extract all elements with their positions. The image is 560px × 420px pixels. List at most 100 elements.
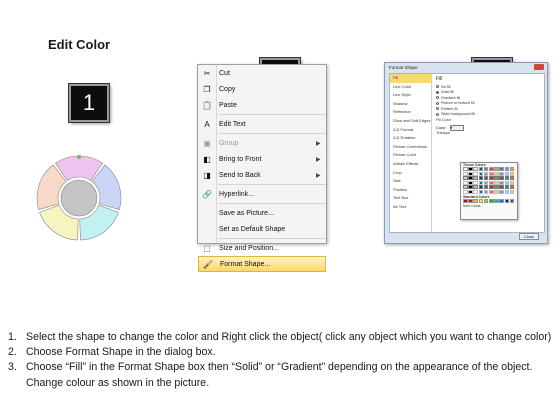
menu-item-send-to-back[interactable]: ◨ Send to Back ▶ xyxy=(198,167,326,183)
color-swatch[interactable] xyxy=(499,198,504,203)
menu-item-format-shape[interactable]: 🖌 Format Shape... xyxy=(198,256,326,272)
color-swatch[interactable] xyxy=(463,185,468,190)
color-swatch[interactable] xyxy=(478,189,484,194)
color-swatch[interactable] xyxy=(483,167,489,171)
color-swatch[interactable] xyxy=(499,176,504,181)
color-swatch[interactable] xyxy=(509,189,515,194)
color-swatch[interactable] xyxy=(494,176,499,181)
color-swatch[interactable] xyxy=(494,189,499,194)
menu-item-copy[interactable]: ❐ Copy xyxy=(198,81,326,97)
category-item[interactable]: Crop xyxy=(390,169,431,178)
color-swatch[interactable] xyxy=(509,176,515,181)
rotation-handle[interactable] xyxy=(77,155,81,159)
color-swatch[interactable] xyxy=(478,167,484,171)
radio-icon[interactable] xyxy=(436,85,439,89)
color-swatch[interactable] xyxy=(494,198,499,203)
color-swatch[interactable] xyxy=(488,198,494,203)
color-swatch[interactable] xyxy=(478,171,484,176)
color-swatch[interactable] xyxy=(483,189,489,194)
color-swatch[interactable] xyxy=(483,180,489,185)
category-item[interactable]: Shadow xyxy=(390,100,431,109)
category-item[interactable]: Line Style xyxy=(390,91,431,100)
color-swatch[interactable] xyxy=(468,198,473,203)
category-item[interactable]: Reflection xyxy=(390,108,431,117)
color-swatch[interactable] xyxy=(494,171,499,176)
color-swatch[interactable] xyxy=(478,185,484,190)
color-swatch[interactable] xyxy=(499,185,504,190)
menu-item-size-and-position[interactable]: ⬚ Size and Position... xyxy=(198,240,326,256)
color-swatch[interactable] xyxy=(468,180,473,185)
color-swatch[interactable] xyxy=(463,198,468,203)
close-icon[interactable] xyxy=(534,64,544,70)
more-colors-link[interactable]: More Colors... xyxy=(461,204,517,208)
menu-item-save-as-picture[interactable]: Save as Picture... xyxy=(198,205,326,221)
color-swatch[interactable] xyxy=(463,171,468,176)
menu-item-edit-text[interactable]: A Edit Text xyxy=(198,116,326,132)
color-swatch[interactable] xyxy=(478,198,484,203)
color-swatch[interactable] xyxy=(468,171,473,176)
color-swatch[interactable] xyxy=(483,176,489,181)
color-swatch[interactable] xyxy=(488,185,494,190)
radio-icon[interactable] xyxy=(436,96,439,100)
color-swatch[interactable] xyxy=(473,180,478,185)
color-swatch[interactable] xyxy=(509,185,515,190)
category-item[interactable]: Position xyxy=(390,186,431,195)
category-item[interactable]: Line Color xyxy=(390,83,431,92)
color-swatch[interactable] xyxy=(504,167,510,171)
wheel-center[interactable] xyxy=(60,179,98,217)
menu-item-set-as-default-shape[interactable]: Set as Default Shape xyxy=(198,221,326,237)
circular-diagram[interactable] xyxy=(34,153,124,243)
category-item[interactable]: Text Box xyxy=(390,194,431,203)
color-swatch[interactable] xyxy=(488,180,494,185)
color-swatch[interactable] xyxy=(509,198,515,203)
category-item[interactable]: 3-D Rotation xyxy=(390,134,431,143)
color-swatch[interactable] xyxy=(483,171,489,176)
radio-icon[interactable] xyxy=(436,107,439,111)
color-swatch[interactable] xyxy=(468,189,473,194)
radio-icon[interactable] xyxy=(436,112,439,116)
menu-item-cut[interactable]: ✂ Cut xyxy=(198,65,326,81)
color-swatch[interactable] xyxy=(499,171,504,176)
category-item[interactable]: Glow and Soft Edges xyxy=(390,117,431,126)
menu-item-group[interactable]: ▣ Group ▶ xyxy=(198,135,326,151)
category-item[interactable]: 3-D Format xyxy=(390,126,431,135)
color-swatch[interactable] xyxy=(509,180,515,185)
color-swatch[interactable] xyxy=(494,180,499,185)
color-swatch[interactable] xyxy=(499,167,504,171)
color-swatch[interactable] xyxy=(473,171,478,176)
color-swatch[interactable] xyxy=(504,171,510,176)
color-swatch[interactable] xyxy=(473,185,478,190)
color-swatch[interactable] xyxy=(504,185,510,190)
color-swatch[interactable] xyxy=(478,180,484,185)
color-picker-button[interactable]: ▾ xyxy=(449,124,464,131)
color-swatch[interactable] xyxy=(468,185,473,190)
radio-icon[interactable] xyxy=(436,101,439,105)
color-swatch[interactable] xyxy=(499,189,504,194)
color-swatch[interactable] xyxy=(478,176,484,181)
menu-item-hyperlink[interactable]: 🔗 Hyperlink... xyxy=(198,186,326,202)
color-swatch[interactable] xyxy=(499,180,504,185)
color-swatch[interactable] xyxy=(494,185,499,190)
color-swatch[interactable] xyxy=(463,167,468,171)
menu-item-paste[interactable]: 📋 Paste xyxy=(198,97,326,113)
color-swatch[interactable] xyxy=(463,176,468,181)
color-swatch[interactable] xyxy=(488,171,494,176)
category-item[interactable]: Fill xyxy=(390,74,431,83)
color-swatch[interactable] xyxy=(463,189,468,194)
color-swatch[interactable] xyxy=(463,180,468,185)
color-swatch[interactable] xyxy=(468,176,473,181)
color-swatch[interactable] xyxy=(473,198,478,203)
color-swatch[interactable] xyxy=(473,167,478,171)
category-item[interactable]: Artistic Effects xyxy=(390,160,431,169)
color-swatch[interactable] xyxy=(488,167,494,171)
color-swatch[interactable] xyxy=(468,167,473,171)
color-swatch[interactable] xyxy=(473,189,478,194)
radio-icon[interactable] xyxy=(436,90,439,94)
color-swatch[interactable] xyxy=(488,189,494,194)
color-swatch[interactable] xyxy=(504,180,510,185)
category-item[interactable]: Size xyxy=(390,177,431,186)
color-swatch[interactable] xyxy=(494,167,499,171)
color-swatch[interactable] xyxy=(483,198,489,203)
close-button[interactable]: Close xyxy=(519,233,539,240)
color-swatch[interactable] xyxy=(504,189,510,194)
